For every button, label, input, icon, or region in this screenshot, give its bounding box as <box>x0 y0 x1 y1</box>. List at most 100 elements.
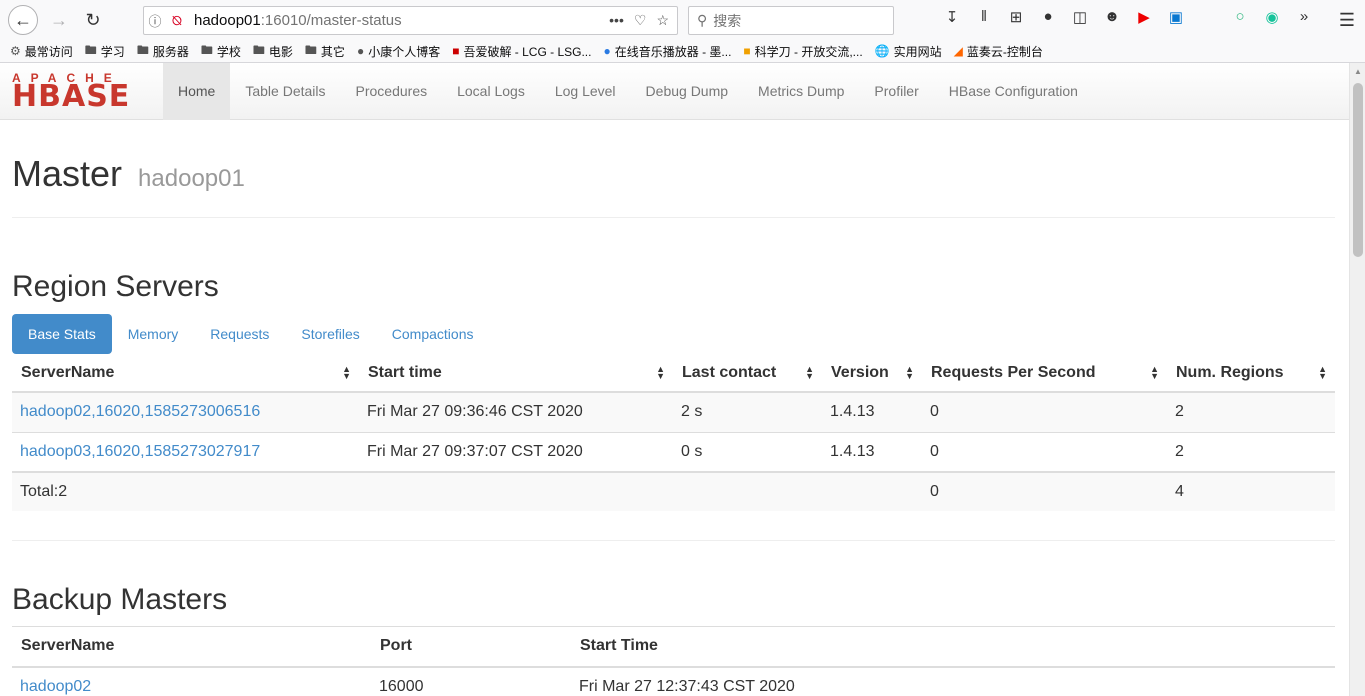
bookmark-item[interactable]: 🌐 实用网站 <box>875 43 942 60</box>
bookmark-item[interactable]: 🖿 学校 <box>201 41 241 62</box>
site-icon: ◢ <box>953 44 963 58</box>
sort-icon: ▲ ▼ <box>1150 364 1159 381</box>
back-arrow-icon[interactable]: ← <box>8 5 38 35</box>
divider <box>12 217 1335 218</box>
bookmark-item[interactable]: ■ 吾爱破解 - LCG - LSG... <box>452 43 591 60</box>
hbase-navbar: APACHE HBASE Home Table Details Procedur… <box>0 63 1349 120</box>
table-cell: Fri Mar 27 09:37:07 CST 2020 <box>359 431 673 472</box>
hbase-logo[interactable]: APACHE HBASE <box>0 72 163 112</box>
server-link[interactable]: hadoop03,16020,1585273027917 <box>20 443 260 460</box>
nav-log-level[interactable]: Log Level <box>540 63 631 120</box>
backup-masters-title: Backup Masters <box>12 583 228 616</box>
download-icon[interactable]: ↧ <box>942 8 962 26</box>
sort-icon: ▲ ▼ <box>342 364 351 381</box>
bookmark-star-icon[interactable]: ☆ <box>656 12 669 29</box>
bookmark-item[interactable]: 🖿 服务器 <box>137 41 189 62</box>
pocket-icon[interactable]: ♡ <box>634 12 647 29</box>
bookmark-item[interactable]: ⚙ 最常访问 <box>10 43 73 60</box>
nav-profiler[interactable]: Profiler <box>859 63 933 120</box>
chat-icon[interactable]: ● <box>1038 8 1058 26</box>
table-row: hadoop03,16020,1585273027917 Fri Mar 27 … <box>12 431 1335 472</box>
table-cell: 0 <box>922 431 1167 472</box>
column-header-num-regions[interactable]: Num. Regions ▲ ▼ <box>1167 354 1335 393</box>
bookmark-item[interactable]: ● 在线音乐播放器 - 墨... <box>603 43 731 60</box>
column-header-port: Port <box>371 626 571 668</box>
bookmark-item[interactable]: 🖿 电影 <box>253 41 293 62</box>
info-icon[interactable]: ⓘ <box>144 11 166 30</box>
nav-home[interactable]: Home <box>163 63 231 120</box>
bookmark-item[interactable]: ◢ 蓝奏云-控制台 <box>954 43 1043 60</box>
nav-table-details[interactable]: Table Details <box>230 63 340 120</box>
bookmark-item[interactable]: 🖿 其它 <box>305 41 345 62</box>
gear-icon: ⚙ <box>10 44 21 58</box>
folder-icon: 🖿 <box>84 42 97 57</box>
folder-icon: 🖿 <box>252 42 265 57</box>
table-row: hadoop02,16020,1585273006516 Fri Mar 27 … <box>12 391 1335 432</box>
sort-icon: ▲ ▼ <box>905 364 914 381</box>
master-host: hadoop01 <box>138 165 245 192</box>
search-icon: ⚲ <box>697 12 708 28</box>
insecure-lock-icon[interactable]: ⦰ <box>166 13 188 29</box>
region-servers-table: ServerName ▲ ▼ Start time ▲ ▼ Last contact ▲ ▼… <box>12 354 1335 511</box>
page-actions-icon[interactable]: ••• <box>609 12 624 29</box>
region-server-tabs: Base Stats Memory Requests Storefiles Co… <box>12 314 1335 354</box>
folder-icon: 🖿 <box>304 42 317 57</box>
tab-base-stats[interactable]: Base Stats <box>12 314 112 354</box>
reload-icon[interactable]: ↻ <box>78 5 108 35</box>
sidebar-icon[interactable]: ◫ <box>1070 8 1090 26</box>
column-header-version[interactable]: Version ▲ ▼ <box>822 354 922 393</box>
backup-master-link[interactable]: hadoop02 <box>20 678 91 695</box>
tab-compactions[interactable]: Compactions <box>376 314 490 354</box>
crop-icon[interactable]: ⊞ <box>1006 8 1026 26</box>
nav-debug-dump[interactable]: Debug Dump <box>631 63 744 120</box>
column-header-last-contact[interactable]: Last contact ▲ ▼ <box>673 354 822 393</box>
menu-icon[interactable]: ☰ <box>1339 10 1355 31</box>
url-host: hadoop01 <box>194 12 261 29</box>
scroll-up-icon[interactable]: ▲ <box>1354 67 1362 76</box>
search-placeholder: 搜索 <box>713 12 742 29</box>
page-content: APACHE HBASE Home Table Details Procedur… <box>0 63 1349 696</box>
column-header-start-time[interactable]: Start time ▲ ▼ <box>359 354 673 393</box>
column-header-servername[interactable]: ServerName ▲ ▼ <box>12 354 359 393</box>
translate-icon[interactable]: ○ <box>1230 8 1250 26</box>
table-cell: 2 s <box>673 391 822 432</box>
scrollbar-thumb[interactable] <box>1353 83 1363 257</box>
forward-arrow-icon[interactable]: → <box>44 5 74 35</box>
zhihu-icon[interactable]: ▣ <box>1166 8 1186 26</box>
site-icon: ● <box>603 44 611 58</box>
site-icon: ● <box>356 44 365 58</box>
overflow-icon[interactable]: » <box>1294 8 1314 26</box>
table-cell: 16000 <box>371 666 571 696</box>
total-requests: 0 <box>922 471 1167 511</box>
bookmark-item[interactable]: ● 小康个人博客 <box>357 43 440 60</box>
column-header-requests-per-second[interactable]: Requests Per Second ▲ ▼ <box>922 354 1167 393</box>
sort-icon: ▲ ▼ <box>805 364 814 381</box>
tab-requests[interactable]: Requests <box>194 314 285 354</box>
server-link[interactable]: hadoop02,16020,1585273006516 <box>20 403 260 420</box>
url-path: :16010/master-status <box>260 12 402 29</box>
tab-storefiles[interactable]: Storefiles <box>285 314 375 354</box>
nav-procedures[interactable]: Procedures <box>341 63 443 120</box>
nav-hbase-configuration[interactable]: HBase Configuration <box>934 63 1093 120</box>
site-icon: ■ <box>452 44 460 58</box>
page-title: Master hadoop01 <box>12 153 245 194</box>
table-cell: 0 s <box>673 431 822 472</box>
tab-memory[interactable]: Memory <box>112 314 195 354</box>
sort-icon: ▲ ▼ <box>656 364 665 381</box>
folder-icon: 🖿 <box>136 42 149 57</box>
bookmark-item[interactable]: ■ 科学刀 - 开放交流,... <box>743 43 862 60</box>
vertical-scrollbar[interactable]: ▲ <box>1349 63 1365 696</box>
bookmarks-bar: ⚙ 最常访问 🖿 学习 🖿 服务器 🖿 学校 🖿 电影 🖿 其它 ● 小康个人博客 ■ 吾爱破解… <box>0 40 1365 63</box>
url-bar[interactable]: ⓘ ⦰ hadoop01:16010/master-status ••• ♡ ☆ <box>143 6 678 35</box>
site-icon: ■ <box>743 44 751 58</box>
search-input[interactable]: ⚲ 搜索 <box>688 6 894 35</box>
library-icon[interactable]: ‖ <box>974 8 994 26</box>
video-icon[interactable]: ▶ <box>1134 8 1154 26</box>
nav-local-logs[interactable]: Local Logs <box>442 63 540 120</box>
table-row: hadoop02 16000 Fri Mar 27 12:37:43 CST 2… <box>12 666 1335 696</box>
account-icon[interactable]: ☻ <box>1102 8 1122 26</box>
bookmark-item[interactable]: 🖿 学习 <box>85 41 125 62</box>
table-cell: 1.4.13 <box>822 391 922 432</box>
grammarly-icon[interactable]: ◉ <box>1262 8 1282 26</box>
nav-metrics-dump[interactable]: Metrics Dump <box>743 63 859 120</box>
